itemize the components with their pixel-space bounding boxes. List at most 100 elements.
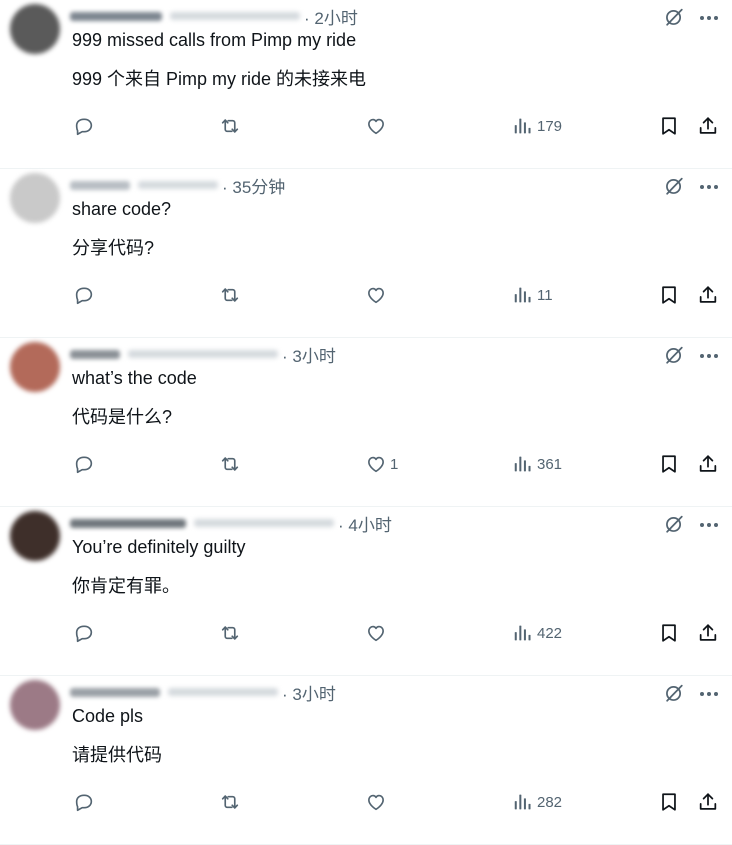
more-icon[interactable] [697, 513, 721, 535]
bookmark-icon [658, 453, 680, 475]
reply-translation: 分享代码? [72, 238, 155, 258]
reply-icon [73, 791, 95, 813]
views-icon [512, 453, 534, 475]
views-button[interactable]: 361 [512, 452, 562, 476]
reply-text: You’re definitely guilty [72, 537, 246, 557]
reply-icon [73, 115, 95, 137]
reply-button[interactable] [73, 452, 95, 476]
bookmark-button[interactable] [658, 283, 680, 307]
timestamp[interactable]: · 35分钟 [222, 173, 285, 198]
share-icon [697, 453, 719, 475]
retweet-icon [219, 622, 241, 644]
avatar[interactable] [10, 511, 60, 561]
like-button[interactable] [365, 283, 390, 307]
like-button[interactable] [365, 621, 390, 645]
retweet-button[interactable] [219, 114, 241, 138]
reply-text: 999 missed calls from Pimp my ride [72, 30, 357, 50]
reply-icon [73, 622, 95, 644]
like-button[interactable]: 1 [365, 452, 398, 476]
reply-button[interactable] [73, 114, 95, 138]
reply-button[interactable] [73, 283, 95, 307]
more-icon[interactable] [697, 344, 721, 366]
blurred-display-name[interactable] [70, 518, 186, 528]
grok-icon[interactable] [663, 6, 685, 28]
views-button[interactable]: 179 [512, 114, 562, 138]
like-button[interactable] [365, 114, 390, 138]
views-button[interactable]: 282 [512, 790, 562, 814]
reply-item[interactable]: · 2小时 999 missed calls from Pimp my ride 9… [0, 0, 732, 169]
retweet-button[interactable] [219, 283, 241, 307]
blurred-display-name[interactable] [70, 687, 160, 697]
grok-icon[interactable] [663, 175, 685, 197]
timestamp[interactable]: · 4小时 [338, 511, 392, 536]
author-row: · 3小时 [70, 680, 336, 705]
share-icon [697, 791, 719, 813]
views-icon [512, 284, 534, 306]
reply-translation: 你肯定有罪。 [72, 576, 180, 596]
avatar[interactable] [10, 342, 60, 392]
retweet-icon [219, 284, 241, 306]
reply-item[interactable]: · 3小时 what’s the code 代码是什么? 1 361 [0, 338, 732, 507]
views-count: 282 [537, 793, 563, 811]
blurred-handle[interactable] [170, 12, 300, 20]
more-icon[interactable] [697, 6, 721, 28]
reply-text: what’s the code [72, 368, 197, 388]
blurred-display-name[interactable] [70, 180, 130, 190]
timestamp[interactable]: · 2小时 [304, 4, 358, 29]
grok-icon[interactable] [663, 682, 685, 704]
blurred-handle[interactable] [128, 350, 278, 358]
bookmark-button[interactable] [658, 114, 680, 138]
views-button[interactable]: 422 [512, 621, 562, 645]
heart-icon [365, 284, 387, 306]
blurred-handle[interactable] [138, 181, 218, 189]
share-button[interactable] [697, 621, 719, 645]
views-count: 361 [537, 455, 563, 473]
bookmark-button[interactable] [658, 790, 680, 814]
reply-text: share code? [72, 199, 172, 219]
reply-translation: 999 个来自 Pimp my ride 的未接来电 [72, 69, 367, 89]
retweet-button[interactable] [219, 790, 241, 814]
reply-icon [73, 284, 95, 306]
views-count: 422 [537, 624, 563, 642]
views-count: 11 [537, 286, 553, 304]
bookmark-icon [658, 115, 680, 137]
heart-icon [365, 791, 387, 813]
grok-icon[interactable] [663, 344, 685, 366]
blurred-display-name[interactable] [70, 349, 120, 359]
reply-item[interactable]: · 35分钟 share code? 分享代码? 11 [0, 169, 732, 338]
avatar[interactable] [10, 173, 60, 223]
bookmark-button[interactable] [658, 452, 680, 476]
bookmark-button[interactable] [658, 621, 680, 645]
author-row: · 35分钟 [70, 173, 285, 198]
share-button[interactable] [697, 283, 719, 307]
share-icon [697, 284, 719, 306]
views-button[interactable]: 11 [512, 283, 553, 307]
retweet-button[interactable] [219, 452, 241, 476]
share-icon [697, 622, 719, 644]
blurred-handle[interactable] [194, 519, 334, 527]
blurred-display-name[interactable] [70, 11, 162, 21]
timestamp[interactable]: · 3小时 [282, 680, 336, 705]
author-row: · 4小时 [70, 511, 392, 536]
avatar[interactable] [10, 680, 60, 730]
views-icon [512, 115, 534, 137]
heart-icon [365, 453, 387, 475]
share-button[interactable] [697, 114, 719, 138]
blurred-handle[interactable] [168, 688, 278, 696]
share-button[interactable] [697, 452, 719, 476]
reply-item[interactable]: · 4小时 You’re definitely guilty 你肯定有罪。 422 [0, 507, 732, 676]
retweet-button[interactable] [219, 621, 241, 645]
grok-icon[interactable] [663, 513, 685, 535]
reply-item[interactable]: · 3小时 Code pls 请提供代码 282 [0, 676, 732, 845]
like-button[interactable] [365, 790, 390, 814]
share-icon [697, 115, 719, 137]
more-icon[interactable] [697, 175, 721, 197]
retweet-icon [219, 115, 241, 137]
reply-button[interactable] [73, 621, 95, 645]
avatar[interactable] [10, 4, 60, 54]
more-icon[interactable] [697, 682, 721, 704]
reply-button[interactable] [73, 790, 95, 814]
timestamp[interactable]: · 3小时 [282, 342, 336, 367]
share-button[interactable] [697, 790, 719, 814]
retweet-icon [219, 453, 241, 475]
